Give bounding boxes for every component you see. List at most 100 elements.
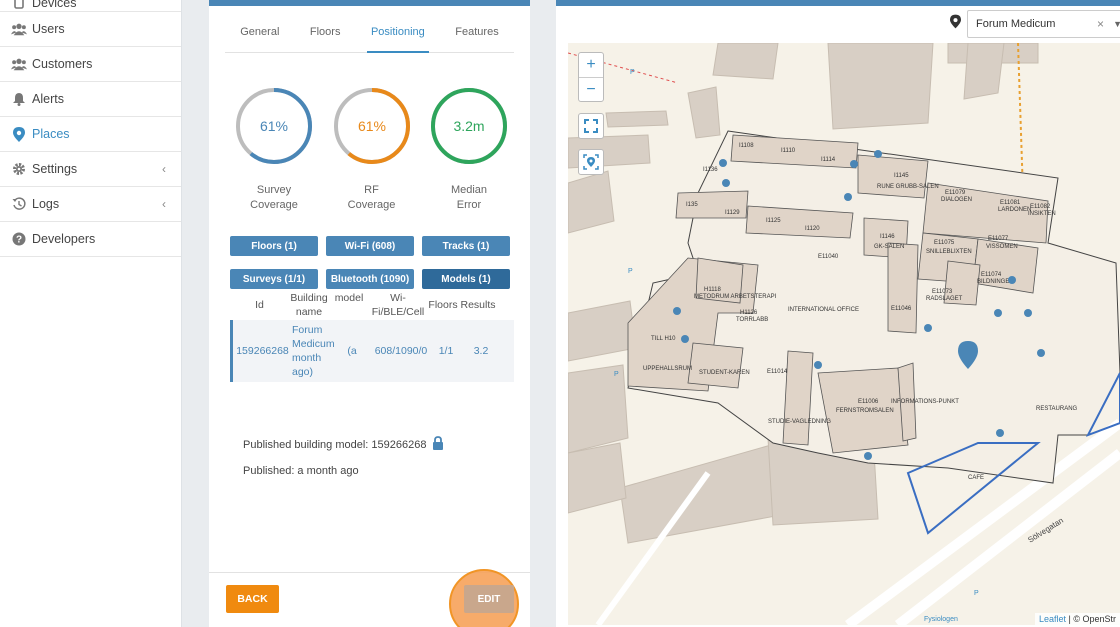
svg-text:E11040: E11040: [818, 254, 839, 260]
locate-icon: [583, 154, 599, 170]
fullscreen-button[interactable]: [578, 113, 604, 139]
edit-button[interactable]: EDIT: [464, 585, 514, 613]
back-button[interactable]: BACK: [226, 585, 279, 613]
map-panel: Forum Medicum × ▼ I1108 I1110 I1114 I114…: [556, 0, 1120, 627]
models-chip[interactable]: Models (1): [422, 269, 510, 289]
help-icon: ?: [11, 231, 27, 247]
surveys-chip[interactable]: Surveys (1/1): [230, 269, 318, 289]
svg-text:P: P: [974, 590, 979, 597]
svg-text:TILL H10: TILL H10: [651, 336, 676, 342]
column-header-results: Results: [460, 299, 496, 311]
building-details-panel: General Floors Positioning Features 61% …: [209, 0, 530, 627]
attribution-text: | © OpenStr: [1068, 614, 1117, 624]
tab-floors[interactable]: Floors: [306, 26, 345, 52]
leaflet-link[interactable]: Leaflet: [1039, 614, 1066, 624]
published-model-text: Published building model: 159266268: [243, 438, 427, 451]
gauge-ring: 3.2m: [431, 88, 507, 164]
sidebar-item-label: Customers: [32, 57, 93, 71]
svg-text:E11006: E11006: [858, 399, 879, 405]
svg-text:GK-SALEN: GK-SALEN: [874, 244, 904, 250]
tab-features[interactable]: Features: [451, 26, 502, 52]
sidebar-item-label: Places: [32, 127, 70, 141]
sidebar-item-devices[interactable]: Devices: [0, 0, 181, 12]
gauge-value: 3.2m: [453, 118, 484, 134]
gauge-value: 61%: [260, 118, 288, 134]
tracks-chip[interactable]: Tracks (1): [422, 236, 510, 256]
chevron-down-icon[interactable]: ▼: [1113, 19, 1120, 29]
wifi-chip[interactable]: Wi-Fi (608): [326, 236, 414, 256]
sidebar-item-label: Users: [32, 22, 65, 36]
svg-text:I1145: I1145: [894, 173, 909, 179]
gauge-label: Coverage: [250, 199, 298, 211]
fullscreen-icon: [584, 119, 598, 133]
map-canvas[interactable]: I1108 I1110 I1114 I1145 I1136 I135 I1129…: [568, 43, 1120, 625]
gauge-label: Median: [450, 184, 488, 196]
cell-id: 159266268: [236, 345, 289, 357]
svg-text:E11046: E11046: [891, 306, 912, 312]
svg-text:I1114: I1114: [821, 157, 836, 163]
svg-text:UPPEHALLSRUM: UPPEHALLSRUM: [643, 366, 692, 372]
clear-icon[interactable]: ×: [1097, 17, 1104, 31]
chevron-left-icon: ‹: [162, 162, 166, 176]
tab-positioning[interactable]: Positioning: [366, 26, 429, 53]
sidebar-item-label: Devices: [32, 0, 77, 10]
gauges: 61% Survey Coverage 61% RF Coverage 3.2m M…: [209, 86, 530, 213]
bell-icon: [11, 91, 27, 107]
models-table: Id Building name model Wi-Fi/BLE/Cell Fl…: [230, 291, 514, 382]
bluetooth-chip[interactable]: Bluetooth (1090): [326, 269, 414, 289]
sidebar-item-places[interactable]: Places: [0, 117, 181, 152]
svg-text:SNILLEBLIXTEN: SNILLEBLIXTEN: [926, 249, 972, 255]
svg-text:E11014: E11014: [767, 369, 788, 375]
cell-building: Forum Medicum month ago): [292, 324, 335, 378]
sidebar-item-label: Alerts: [32, 92, 64, 106]
chevron-left-icon: ‹: [162, 197, 166, 211]
cell-floors: 1/1: [438, 345, 454, 357]
sidebar-item-users[interactable]: Users: [0, 12, 181, 47]
published-ago-text: Published: a month ago: [243, 465, 359, 477]
sidebar-item-alerts[interactable]: Alerts: [0, 82, 181, 117]
floors-chip[interactable]: Floors (1): [230, 236, 318, 256]
survey-coverage-gauge: 61% Survey Coverage: [229, 86, 319, 213]
svg-text:I135: I135: [686, 202, 698, 208]
svg-text:DIALOGEN: DIALOGEN: [941, 197, 972, 203]
sidebar-item-label: Logs: [32, 197, 60, 211]
sidebar-item-settings[interactable]: Settings ‹: [0, 152, 181, 187]
column-header-wifi: Wi-Fi/BLE/Cell: [371, 292, 425, 318]
svg-text:INSIKTEN: INSIKTEN: [1028, 211, 1056, 217]
map-header-bar: [556, 0, 1120, 6]
tab-general[interactable]: General: [236, 26, 283, 52]
svg-text:P: P: [614, 371, 619, 378]
bus-stop-label: Fysiologen: [924, 616, 958, 623]
gauge-label: Survey: [256, 184, 292, 196]
place-select[interactable]: Forum Medicum × ▼: [967, 10, 1120, 38]
svg-text:I1125: I1125: [766, 218, 781, 224]
zoom-control: + −: [578, 52, 604, 102]
sidebar-item-developers[interactable]: ? Developers: [0, 222, 181, 257]
gauge-label: RF: [364, 184, 379, 196]
svg-text:RESTAURANG: RESTAURANG: [1036, 406, 1078, 412]
gauge-ring: 61%: [236, 88, 312, 164]
sidebar-item-customers[interactable]: Customers: [0, 47, 181, 82]
users-icon: [11, 21, 27, 37]
gauge-value: 61%: [357, 118, 385, 134]
zoom-out-button[interactable]: −: [579, 77, 603, 101]
svg-text:I1120: I1120: [805, 226, 820, 232]
published-model-line: Published building model: 159266268: [243, 436, 444, 453]
svg-text:I1108: I1108: [739, 143, 754, 149]
customers-icon: [11, 56, 27, 72]
data-filter-chips: Floors (1) Wi-Fi (608) Tracks (1) Survey…: [209, 236, 530, 289]
svg-text:I1110: I1110: [781, 148, 796, 154]
map-attribution: Leaflet | © OpenStr: [1034, 613, 1120, 625]
place-selector-row: Forum Medicum × ▼: [950, 10, 1120, 38]
sidebar-item-logs[interactable]: Logs ‹: [0, 187, 181, 222]
table-row[interactable]: 159266268 Forum Medicum month ago) (a 60…: [230, 320, 514, 382]
locate-button[interactable]: [578, 149, 604, 175]
history-icon: [11, 196, 27, 212]
zoom-in-button[interactable]: +: [579, 53, 603, 77]
svg-text:?: ?: [16, 235, 22, 246]
svg-text:RADSLAGET: RADSLAGET: [926, 296, 963, 302]
column-header-model: model: [334, 292, 364, 304]
svg-text:LARDONEN: LARDONEN: [998, 207, 1031, 213]
gauge-ring: 61%: [333, 88, 410, 164]
svg-text:I1146: I1146: [880, 234, 895, 240]
